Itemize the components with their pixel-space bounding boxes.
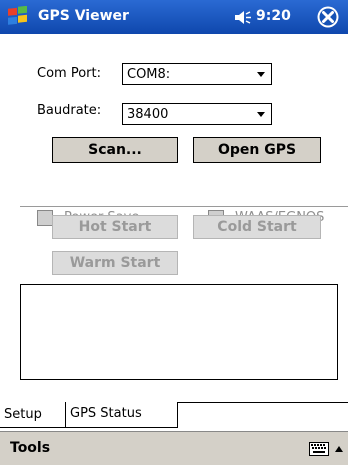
hot-start-button[interactable]: Hot Start <box>52 215 178 239</box>
menu-bar: Tools <box>0 431 348 465</box>
cold-start-button[interactable]: Cold Start <box>193 215 321 239</box>
chevron-up-icon[interactable] <box>334 444 344 454</box>
baudrate-value: 38400 <box>127 107 169 122</box>
power-save-checkbox[interactable] <box>37 210 53 226</box>
output-log[interactable] <box>20 284 338 380</box>
scan-button[interactable]: Scan... <box>52 137 178 163</box>
speaker-icon[interactable] <box>234 10 252 25</box>
tab-setup[interactable]: Setup <box>0 402 66 428</box>
baudrate-label: Baudrate: <box>37 103 102 118</box>
open-gps-button[interactable]: Open GPS <box>193 137 321 163</box>
keyboard-icon[interactable] <box>309 442 329 456</box>
chevron-down-icon <box>257 112 265 117</box>
com-port-select[interactable]: COM8: <box>122 63 272 85</box>
close-icon[interactable] <box>316 5 340 29</box>
baudrate-select[interactable]: 38400 <box>122 103 272 125</box>
app-title: GPS Viewer <box>38 8 129 24</box>
start-menu-icon[interactable] <box>6 6 30 28</box>
clock[interactable]: 9:20 <box>256 8 291 24</box>
warm-start-button[interactable]: Warm Start <box>52 251 178 275</box>
com-port-value: COM8: <box>127 67 171 82</box>
com-port-label: Com Port: <box>37 66 101 81</box>
tab-gps-status[interactable]: GPS Status <box>65 402 178 428</box>
divider <box>20 206 348 207</box>
chevron-down-icon <box>257 72 265 77</box>
title-bar: GPS Viewer 9:20 <box>0 0 348 34</box>
tools-menu[interactable]: Tools <box>10 440 50 456</box>
